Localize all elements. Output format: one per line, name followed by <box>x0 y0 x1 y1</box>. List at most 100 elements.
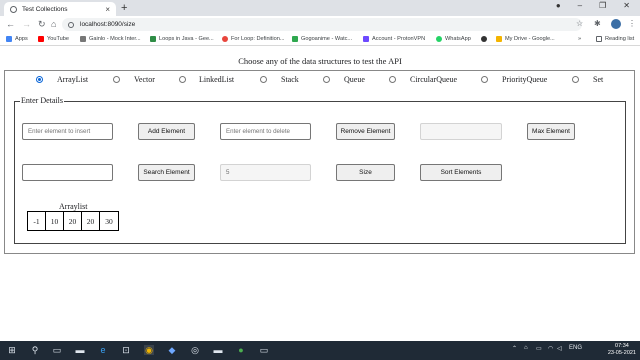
search-element-button[interactable]: Search Element <box>138 164 195 181</box>
clock-date: 23-05-2021 <box>607 350 636 356</box>
search-icon[interactable]: ⚲ <box>30 345 40 355</box>
size-output: 5 <box>220 164 311 181</box>
radio-label-arraylist[interactable]: ArrayList <box>57 75 88 84</box>
max-output <box>420 123 502 140</box>
wifi-icon[interactable]: ◠ <box>548 345 553 352</box>
chat-icon[interactable]: ▬ <box>213 345 223 355</box>
taskbar: ⊞ ⚲ ▭ ▬ e ⊡ ◉ ◆ ◎ ▬ ● ▭ ⌃ ⌂ ▭ ◠ ◁ ENG 07… <box>0 341 640 360</box>
radio-stack[interactable] <box>260 76 267 83</box>
browser-tab[interactable]: Test Collections × <box>4 2 116 16</box>
gainlo-icon <box>80 36 86 42</box>
extensions-icon[interactable]: ✱ <box>594 19 601 28</box>
radio-arraylist[interactable] <box>36 76 43 83</box>
structure-radio-group: ArrayList Vector LinkedList Stack Queue … <box>0 75 640 87</box>
language-indicator[interactable]: ENG <box>569 345 582 351</box>
menu-icon[interactable]: ⋮ <box>628 19 636 28</box>
bookmark-github[interactable] <box>481 36 487 42</box>
radio-vector[interactable] <box>113 76 120 83</box>
tray-up-icon[interactable]: ⌃ <box>512 345 517 352</box>
app-icon[interactable]: ◆ <box>167 345 177 355</box>
geeks-icon <box>150 36 156 42</box>
array-cell: 20 <box>64 212 82 230</box>
file-explorer-icon[interactable]: ▬ <box>75 345 85 355</box>
url-bar[interactable]: localhost:8090/size <box>62 18 582 31</box>
minimize-icon[interactable]: – <box>578 1 582 10</box>
radio-circularqueue[interactable] <box>389 76 396 83</box>
system-clock[interactable]: 07:34 23-05-2021 <box>608 343 636 357</box>
edge-icon[interactable]: e <box>98 345 108 355</box>
url-text: localhost:8090/size <box>80 21 136 28</box>
insert-input[interactable]: Enter element to insert <box>22 123 113 140</box>
record-icon[interactable]: ● <box>556 1 561 10</box>
reading-list[interactable]: Reading list <box>596 36 634 42</box>
whatsapp-taskbar-icon[interactable]: ● <box>236 345 246 355</box>
radio-label-vector[interactable]: Vector <box>134 75 155 84</box>
bookmark-youtube[interactable]: YouTube <box>38 36 69 42</box>
close-tab-icon[interactable]: × <box>105 5 110 14</box>
radio-set[interactable] <box>572 76 579 83</box>
max-element-button[interactable]: Max Element <box>527 123 575 140</box>
bookmark-protonvpn[interactable]: Account - ProtonVPN <box>363 36 425 42</box>
radio-label-set[interactable]: Set <box>593 75 603 84</box>
avatar[interactable] <box>611 19 621 29</box>
search-input[interactable] <box>22 164 113 181</box>
windows-start-icon[interactable]: ⊞ <box>7 345 17 355</box>
battery-icon[interactable]: ▭ <box>536 345 542 352</box>
forward-icon[interactable]: → <box>22 19 31 29</box>
radio-label-linkedlist[interactable]: LinkedList <box>199 75 234 84</box>
github-icon <box>481 36 487 42</box>
remove-element-button[interactable]: Remove Element <box>336 123 395 140</box>
info-icon[interactable] <box>68 21 74 28</box>
radio-queue[interactable] <box>323 76 330 83</box>
radio-label-priorityqueue[interactable]: PriorityQueue <box>502 75 547 84</box>
page-title: Choose any of the data structures to tes… <box>238 56 402 66</box>
address-bar-row: ← → ↻ ⌂ localhost:8090/size ☆ ✱ ⋮ <box>0 16 640 33</box>
details-legend: Enter Details <box>20 96 64 105</box>
bookmark-whatsapp[interactable]: WhatsApp <box>436 36 471 42</box>
chrome-taskbar-icon[interactable]: ◉ <box>144 345 154 355</box>
radio-label-circularqueue[interactable]: CircularQueue <box>410 75 457 84</box>
maps-icon[interactable]: ◎ <box>190 345 200 355</box>
tab-title: Test Collections <box>22 5 68 13</box>
youtube-icon <box>38 36 44 42</box>
radio-label-queue[interactable]: Queue <box>344 75 365 84</box>
home-icon[interactable]: ⌂ <box>51 19 56 29</box>
gogo-icon <box>292 36 298 42</box>
delete-input[interactable]: Enter element to delete <box>220 123 311 140</box>
network-icon[interactable]: ⌂ <box>524 345 528 351</box>
task-view-icon[interactable]: ▭ <box>52 345 62 355</box>
clock-time: 07:34 <box>615 343 629 349</box>
bookmark-gogoanime[interactable]: Gogoanime - Watc... <box>292 36 352 42</box>
radio-priorityqueue[interactable] <box>481 76 488 83</box>
store-icon[interactable]: ⊡ <box>121 345 131 355</box>
close-window-icon[interactable]: ✕ <box>623 1 630 10</box>
chrome-icon <box>222 36 228 42</box>
bookmark-loops[interactable]: Loops in Java - Gee... <box>150 36 214 42</box>
size-button[interactable]: Size <box>336 164 395 181</box>
bookmark-drive[interactable]: My Drive - Google... <box>496 36 555 42</box>
bookmarks-bar: Apps YouTube Gainlo - Mock Inter... Loop… <box>0 33 640 46</box>
more-bookmarks[interactable]: » <box>578 36 581 42</box>
new-tab-icon[interactable]: + <box>121 2 127 14</box>
maximize-icon[interactable]: ❐ <box>599 1 606 10</box>
page-content: Choose any of the data structures to tes… <box>0 46 640 341</box>
bookmark-gainlo[interactable]: Gainlo - Mock Inter... <box>80 36 141 42</box>
apps-grid-icon <box>6 36 12 42</box>
sort-elements-button[interactable]: Sort Elements <box>420 164 502 181</box>
terminal-icon[interactable]: ▭ <box>259 345 269 355</box>
drive-icon <box>496 36 502 42</box>
bookmark-forloop[interactable]: For Loop: Definition... <box>222 36 284 42</box>
back-icon[interactable]: ← <box>6 19 15 29</box>
reading-list-icon <box>596 36 602 42</box>
array-cell: 30 <box>105 216 113 226</box>
proton-icon <box>363 36 369 42</box>
radio-label-stack[interactable]: Stack <box>281 75 299 84</box>
globe-icon <box>10 5 17 13</box>
reload-icon[interactable]: ↻ <box>38 19 46 30</box>
whatsapp-icon <box>436 36 442 42</box>
add-element-button[interactable]: Add Element <box>138 123 195 140</box>
star-icon[interactable]: ☆ <box>576 19 583 28</box>
volume-icon[interactable]: ◁ <box>557 345 562 352</box>
radio-linkedlist[interactable] <box>179 76 186 83</box>
bookmark-apps[interactable]: Apps <box>6 36 28 42</box>
